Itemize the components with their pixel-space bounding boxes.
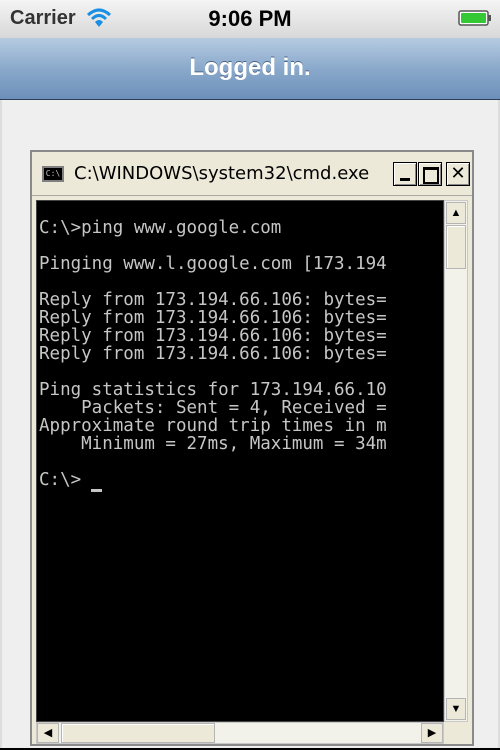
console-line: Reply from 173.194.66.106: bytes= [39,308,387,328]
console-prompt: C:\> [39,470,82,490]
window-title-bar[interactable]: C:\ C:\WINDOWS\system32\cmd.exe ✕ [32,152,472,196]
nav-title: Logged in. [189,54,311,81]
status-time: 9:06 PM [208,6,292,31]
horizontal-scrollbar[interactable]: ◀ ▶ [36,722,444,744]
console-line: Reply from 173.194.66.106: bytes= [39,326,387,346]
console-line: Packets: Sent = 4, Received = [39,398,387,418]
cmd-app-icon[interactable]: C:\ [42,166,64,182]
vertical-scroll-thumb[interactable] [446,225,466,269]
console-output[interactable]: C:\>ping www.google.com Pinging www.l.go… [36,200,444,722]
console-line: Approximate round trip times in m [39,416,387,436]
navigation-bar: Logged in. [0,38,500,100]
console-line: Minimum = 27ms, Maximum = 34m [39,434,387,454]
minimize-button[interactable] [393,162,417,186]
scroll-right-arrow-icon[interactable]: ▶ [421,723,443,743]
console-line: Pinging www.l.google.com [173.194 [39,254,387,274]
close-button[interactable]: ✕ [446,162,470,186]
maximize-button[interactable] [418,162,442,186]
cmd-window[interactable]: C:\ C:\WINDOWS\system32\cmd.exe ✕ C:\>pi… [30,150,474,746]
scroll-down-arrow-icon[interactable]: ▼ [446,698,466,720]
console-line: C:\>ping www.google.com [39,218,282,238]
size-grip [444,722,468,744]
scroll-left-arrow-icon[interactable]: ◀ [37,723,59,743]
console-line: Ping statistics for 173.194.66.10 [39,380,387,400]
console-line: Reply from 173.194.66.106: bytes= [39,344,387,364]
console-line: Reply from 173.194.66.106: bytes= [39,290,387,310]
vertical-scrollbar[interactable]: ▲ ▼ [444,200,468,722]
status-bar: Carrier 9:06 PM [0,0,500,38]
text-cursor [91,489,102,492]
content-area: C:\ C:\WINDOWS\system32\cmd.exe ✕ C:\>pi… [0,100,500,748]
battery-icon [458,10,491,26]
scroll-up-arrow-icon[interactable]: ▲ [446,202,466,224]
window-title: C:\WINDOWS\system32\cmd.exe [74,163,370,184]
horizontal-scroll-thumb[interactable] [61,723,215,743]
